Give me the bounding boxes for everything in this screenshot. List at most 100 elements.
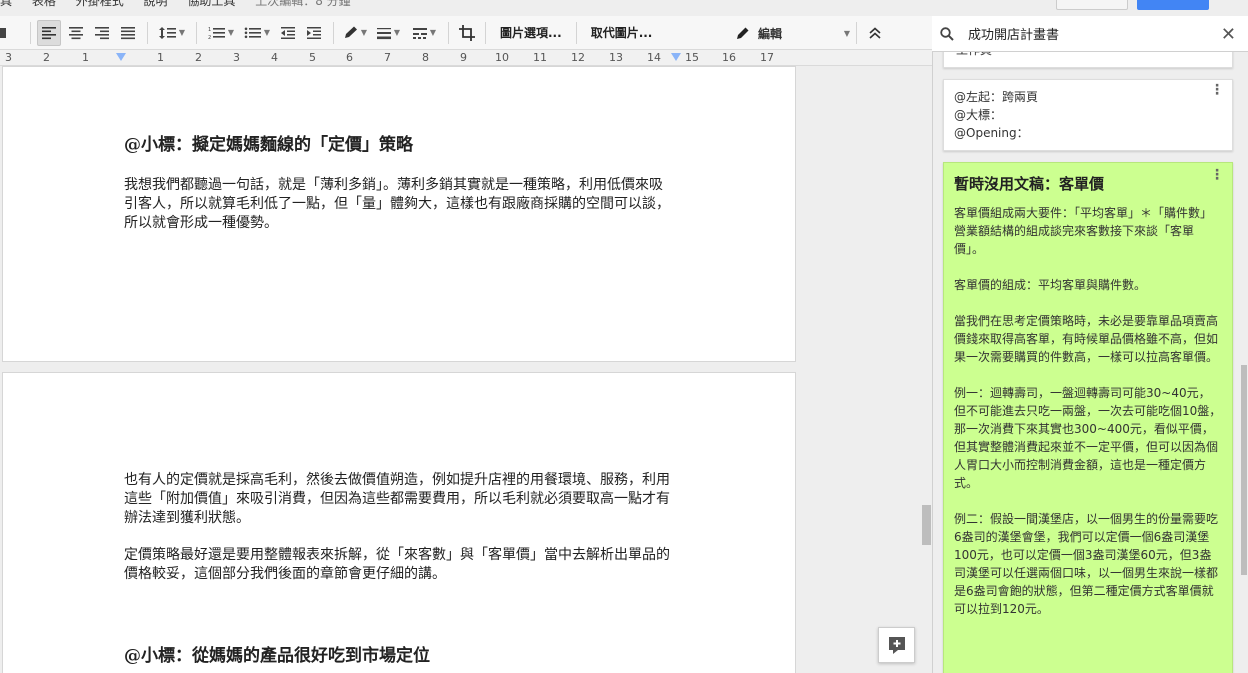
chevron-down-icon: ▼ — [227, 28, 235, 37]
ruler-label: 1 — [82, 51, 89, 64]
collapse-toolbar-button[interactable] — [862, 20, 888, 46]
svg-text:2: 2 — [208, 35, 211, 40]
share-button[interactable] — [1056, 0, 1128, 10]
toolbar: ▼ 12 ▼ ▼ ▼ ▼ ▼ 圖片選項... 取代圖片... 編輯 ▼ — [0, 16, 932, 50]
ruler-label: 12 — [571, 51, 585, 64]
menu-item-help[interactable]: 說明 — [144, 0, 168, 9]
document-scrollbar-thumb[interactable] — [922, 505, 931, 545]
note-line: @Opening： — [954, 126, 1029, 140]
chevron-down-icon: ▼ — [360, 28, 368, 37]
toolbar-divider — [196, 21, 197, 44]
menu-item-table[interactable]: 表格 — [32, 0, 56, 9]
toolbar-divider — [448, 21, 449, 44]
note-paragraph: 客單價組成兩大要件：「平均客單」＊「購件數」 營業額結構的組成談完來客數接下來談… — [954, 206, 1213, 256]
menu-item-accessibility[interactable]: 協助工具 — [187, 0, 235, 9]
primary-button[interactable] — [1137, 0, 1209, 10]
document-page[interactable]: 也有人的定價就是採高毛利，然後去做價值朔造，例如提升店裡的用餐環境、服務，利用這… — [2, 372, 796, 673]
document-scrollbar[interactable] — [921, 66, 932, 673]
menu-item-tools[interactable]: 具 — [0, 0, 12, 9]
note-paragraph: 例二：假設一間漢堡店，以一個男生的份量需要吃6盎司的漢堡會堡，我們可以定價一個6… — [954, 512, 1219, 616]
toolbar-divider — [485, 21, 486, 44]
ruler-label: 2 — [195, 51, 202, 64]
keep-search: 成功開店計畫書 ✕ — [932, 16, 1248, 52]
svg-text:1: 1 — [208, 27, 211, 33]
paragraph: 我想我們都聽過一句話，就是「薄利多銷」。薄利多銷其實就是一種策略，利用低價來吸引… — [124, 177, 670, 231]
more-options-icon[interactable]: ⋮ — [1210, 83, 1224, 97]
decrease-indent-button[interactable] — [275, 20, 301, 46]
pencil-icon — [737, 27, 749, 39]
chevron-down-icon: ▼ — [843, 28, 850, 38]
paragraph: 也有人的定價就是採高毛利，然後去做價值朔造，例如提升店裡的用餐環境、服務，利用這… — [124, 472, 670, 526]
align-right-button[interactable] — [89, 20, 115, 46]
align-left-button[interactable] — [37, 19, 61, 46]
search-icon — [932, 26, 962, 41]
increase-indent-button[interactable] — [301, 20, 327, 46]
paragraph: 定價策略最好還是要用整體報表來拆解，從「來客數」與「客單價」當中去解析出單品的價… — [124, 547, 670, 582]
decrease-indent-icon — [281, 26, 295, 39]
chevron-down-icon: ▼ — [178, 28, 186, 37]
numbered-list-icon: 12 — [208, 27, 225, 40]
ruler-label: 2 — [43, 51, 50, 64]
note-card[interactable]: ⋮ 暫時沒用文稿：客單價 客單價組成兩大要件：「平均客單」＊「購件數」 營業額結… — [943, 162, 1233, 673]
bulleted-list-icon — [244, 27, 261, 38]
ruler[interactable]: 3 2 1 1 2 3 4 5 6 7 8 9 10 11 12 13 14 1… — [0, 50, 932, 66]
pen-icon — [344, 26, 357, 38]
docs-window: 具 表格 外掛程式 說明 協助工具 上次編輯：8 分鐘 ▼ 12 ▼ ▼ ▼ ▼… — [0, 0, 1248, 673]
ruler-label: 16 — [722, 51, 736, 64]
more-options-icon[interactable]: ⋮ — [1210, 168, 1224, 182]
replace-image-button[interactable]: 取代圖片... — [583, 24, 661, 41]
align-center-icon — [69, 26, 83, 39]
toolbar-divider — [147, 21, 148, 44]
border-dash-button[interactable]: ▼ — [406, 20, 442, 46]
right-indent-marker[interactable] — [671, 53, 681, 61]
last-edit-status[interactable]: 上次編輯：8 分鐘 — [255, 0, 350, 9]
ruler-label: 11 — [533, 51, 547, 64]
add-comment-button[interactable] — [878, 627, 915, 663]
crop-icon — [459, 24, 475, 41]
line-spacing-button[interactable]: ▼ — [154, 20, 190, 46]
border-weight-button[interactable]: ▼ — [370, 20, 406, 46]
crop-button[interactable] — [455, 20, 479, 46]
toolbar-cut-icon[interactable] — [0, 20, 24, 46]
close-icon[interactable]: ✕ — [1221, 24, 1236, 45]
chevron-down-icon: ▼ — [263, 28, 271, 37]
align-justify-button[interactable] — [115, 20, 141, 46]
menu-item-addons[interactable]: 外掛程式 — [76, 0, 124, 9]
ruler-label: 7 — [384, 51, 391, 64]
bulleted-list-button[interactable]: ▼ — [239, 20, 275, 46]
ruler-label: 10 — [495, 51, 509, 64]
add-comment-icon — [888, 637, 905, 654]
subheading: @小標：擬定媽媽麵線的「定價」策略 — [124, 135, 413, 155]
align-justify-icon — [121, 26, 135, 39]
left-indent-marker[interactable] — [116, 53, 126, 61]
editing-mode-label: 編輯 — [758, 26, 783, 41]
increase-indent-icon — [307, 26, 321, 39]
note-title: 暫時沒用文稿：客單價 — [954, 175, 1105, 193]
border-dash-icon — [412, 27, 427, 39]
toolbar-divider — [30, 21, 31, 44]
image-options-button[interactable]: 圖片選項... — [492, 24, 570, 41]
align-center-button[interactable] — [63, 20, 89, 46]
ruler-label: 13 — [609, 51, 623, 64]
panel-scrollbar-thumb[interactable] — [1241, 365, 1247, 575]
note-line: @左起：跨兩頁 — [954, 90, 1039, 104]
align-left-icon — [42, 26, 56, 39]
note-card[interactable]: @左起：跨兩頁 @大標： @Opening： ⋮ — [943, 79, 1233, 151]
toolbar-divider — [575, 21, 577, 44]
ruler-label: 15 — [685, 51, 699, 64]
numbered-list-button[interactable]: 12 ▼ — [203, 20, 239, 46]
note-paragraph: 客單價的組成：平均客單與購件數。 — [954, 278, 1147, 292]
ruler-label: 6 — [346, 51, 353, 64]
editing-mode-dropdown[interactable]: 編輯 ▼ — [730, 20, 856, 46]
ruler-label: 4 — [271, 51, 278, 64]
chevron-down-icon: ▼ — [429, 28, 437, 37]
ruler-label: 14 — [647, 51, 661, 64]
search-input[interactable]: 成功開店計畫書 — [968, 24, 1059, 43]
border-weight-icon — [376, 27, 391, 39]
ruler-label: 5 — [309, 51, 316, 64]
subheading: @小標：從媽媽的產品很好吃到市場定位 — [124, 646, 430, 666]
border-color-button[interactable]: ▼ — [340, 20, 370, 46]
document-page[interactable]: @小標：擬定媽媽麵線的「定價」策略 我想我們都聽過一句話，就是「薄利多銷」。薄利… — [2, 66, 796, 362]
toolbar-divider — [856, 22, 857, 44]
note-paragraph: 例一：迴轉壽司，一盤迴轉壽司可能30~40元，但不可能進去只吃一兩盤，一次去可能… — [954, 386, 1222, 490]
